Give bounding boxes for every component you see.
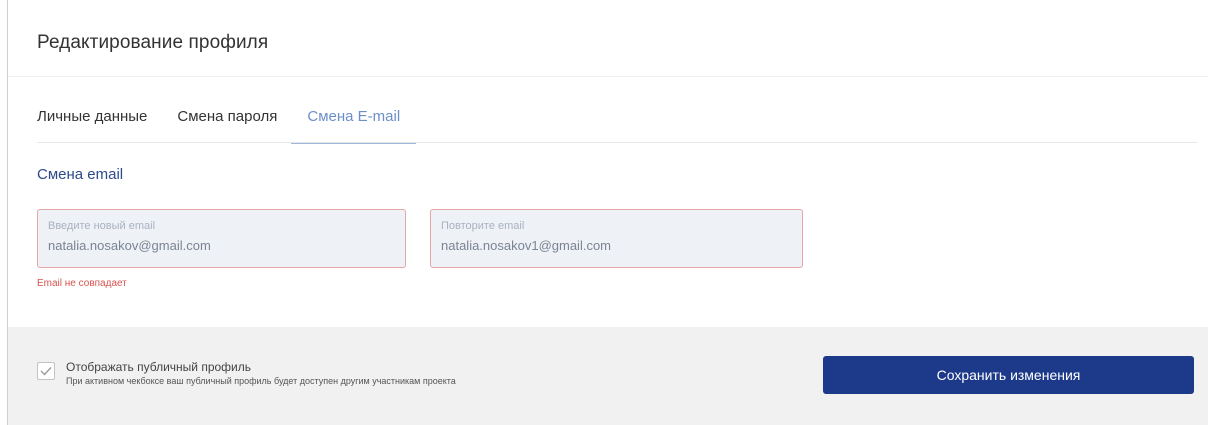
checkmark-icon: [40, 367, 52, 376]
tab-personal-data[interactable]: Личные данные: [37, 106, 147, 142]
tab-change-password[interactable]: Смена пароля: [177, 106, 277, 142]
public-profile-checkbox[interactable]: [37, 362, 55, 380]
repeat-email-field[interactable]: Повторите email: [430, 209, 803, 268]
new-email-label: Введите новый email: [48, 220, 156, 232]
public-profile-hint: При активном чекбоксе ваш публичный проф…: [66, 376, 456, 386]
divider: [8, 76, 1208, 77]
tab-bar: Личные данные Смена пароля Смена E-mail: [37, 106, 446, 146]
public-profile-label: Отображать публичный профиль: [66, 360, 251, 374]
tab-change-email[interactable]: Смена E-mail: [291, 106, 416, 144]
email-mismatch-error: Email не совпадает: [37, 278, 127, 289]
new-email-field[interactable]: Введите новый email: [37, 209, 406, 268]
repeat-email-label: Повторите email: [441, 220, 525, 232]
tabs-divider: [37, 142, 1197, 143]
save-changes-button[interactable]: Сохранить изменения: [823, 356, 1194, 394]
section-title: Смена email: [37, 166, 124, 183]
new-email-input[interactable]: [48, 238, 348, 253]
repeat-email-input[interactable]: [441, 238, 741, 253]
page-title: Редактирование профиля: [37, 32, 269, 53]
